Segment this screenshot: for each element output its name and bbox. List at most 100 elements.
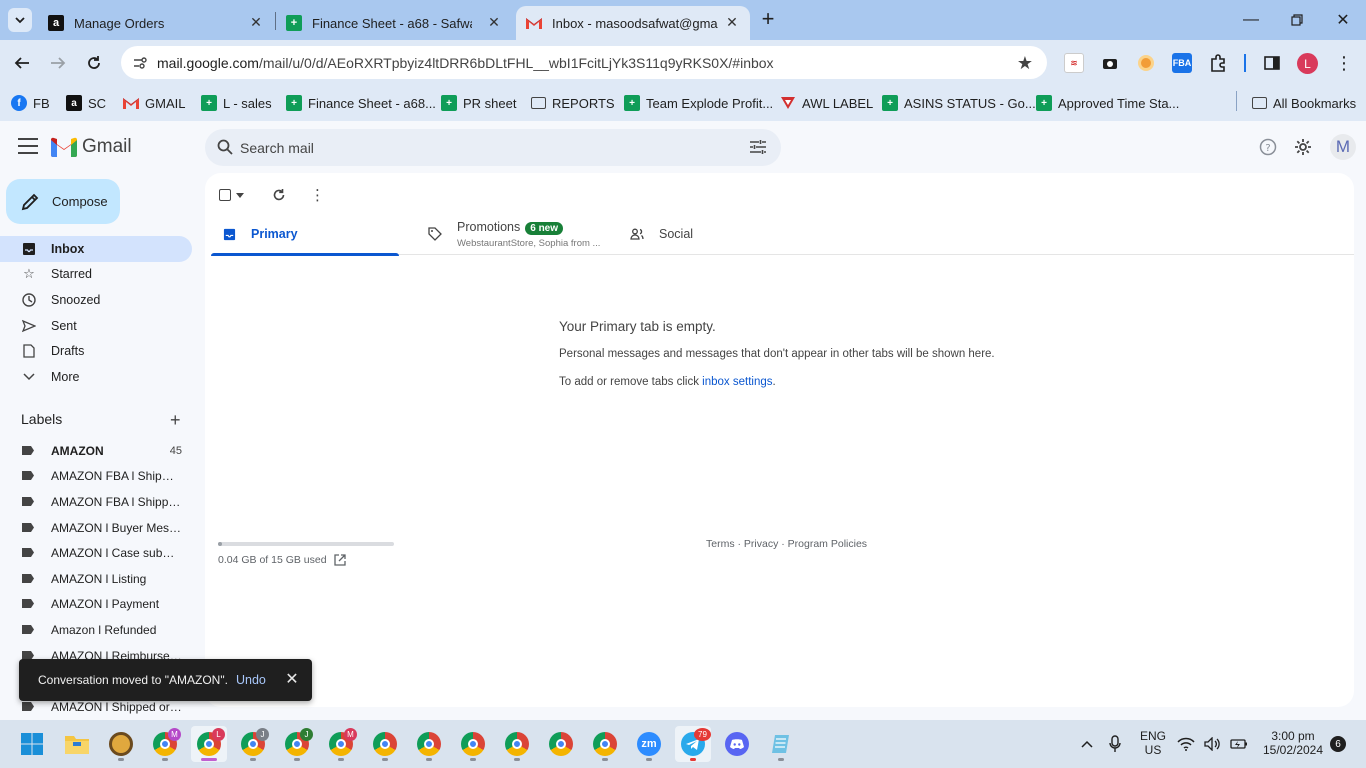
bookmark-gmail[interactable]: GMAIL — [123, 93, 185, 113]
close-icon[interactable]: ✕ — [248, 14, 264, 30]
taskbar-chrome-profile-j[interactable]: J — [235, 726, 271, 762]
tab-search-button[interactable] — [8, 8, 32, 32]
bookmark-sc[interactable]: a SC — [66, 93, 106, 113]
inbox-settings-link[interactable]: inbox settings — [702, 376, 772, 388]
back-icon[interactable] — [10, 51, 34, 75]
battery-icon[interactable] — [1226, 726, 1252, 762]
taskbar-notepad[interactable] — [763, 726, 799, 762]
bookmark-pr-sheet[interactable]: + PR sheet — [441, 93, 516, 113]
label-item[interactable]: AMAZON FBA l Shipped … — [0, 489, 192, 514]
start-button[interactable] — [14, 726, 50, 762]
minimize-icon[interactable]: — — [1239, 8, 1263, 32]
bookmark-team-explode[interactable]: + Team Explode Profit... — [624, 93, 773, 113]
nav-item-snoozed[interactable]: Snoozed — [0, 287, 192, 313]
taskbar-chrome-6[interactable] — [367, 726, 403, 762]
nav-item-sent[interactable]: Sent — [0, 313, 192, 339]
search-input[interactable] — [240, 136, 720, 160]
profile-avatar[interactable]: L — [1297, 53, 1318, 74]
bookmark-all-bookmarks[interactable]: All Bookmarks — [1252, 93, 1356, 113]
close-window-icon[interactable]: ✕ — [1331, 8, 1355, 32]
taskbar-chrome-profile-l[interactable]: L — [191, 726, 227, 762]
bookmark-asins-status[interactable]: + ASINS STATUS - Go... — [882, 93, 1036, 113]
nav-item-drafts[interactable]: Drafts — [0, 338, 192, 364]
taskbar-discord[interactable] — [719, 726, 755, 762]
taskbar-chrome-7[interactable] — [411, 726, 447, 762]
close-icon[interactable]: ✕ — [285, 672, 299, 688]
tab-social[interactable]: Social — [623, 213, 813, 255]
undo-button[interactable]: Undo — [236, 673, 266, 687]
site-info-icon[interactable] — [131, 54, 149, 72]
gmail-logo-icon[interactable] — [51, 137, 77, 157]
input-language[interactable]: ENG US — [1138, 729, 1168, 757]
bookmark-reports[interactable]: REPORTS — [531, 93, 615, 113]
extensions-puzzle-icon[interactable] — [1208, 53, 1228, 73]
settings-gear-icon[interactable] — [1292, 136, 1314, 158]
bookmark-approved-time[interactable]: + Approved Time Sta... — [1036, 93, 1179, 113]
notification-count-badge[interactable]: 6 — [1330, 736, 1346, 752]
reload-icon[interactable] — [82, 51, 106, 75]
extension-icon[interactable]: ≋ — [1064, 53, 1084, 73]
browser-tab-finance-sheet[interactable]: + Finance Sheet - a68 - Safwat (S… ✕ — [276, 6, 512, 40]
label-item[interactable]: AMAZON l Buyer Messa… — [0, 515, 192, 540]
taskbar-chrome-profile-j2[interactable]: J — [279, 726, 315, 762]
account-avatar[interactable]: M — [1330, 134, 1356, 160]
taskbar-telegram[interactable]: 79 — [675, 726, 711, 762]
volume-icon[interactable] — [1200, 726, 1226, 762]
close-icon[interactable]: ✕ — [724, 14, 740, 30]
label-item[interactable]: AMAZON l Listing — [0, 566, 192, 591]
label-item[interactable]: AMAZON l Payment — [0, 591, 192, 616]
new-tab-button[interactable]: + — [757, 8, 779, 31]
nav-item-inbox[interactable]: Inbox — [0, 236, 192, 262]
label-item[interactable]: AMAZON 45 — [0, 438, 192, 463]
bookmark-finance-sheet[interactable]: + Finance Sheet - a68... — [286, 93, 436, 113]
nav-item-more[interactable]: More — [0, 364, 192, 390]
taskbar-zoom[interactable]: zm — [631, 726, 667, 762]
taskbar-chrome-profile-m[interactable]: M — [147, 726, 183, 762]
bookmark-star-icon[interactable]: ★ — [1017, 53, 1033, 74]
wifi-icon[interactable] — [1173, 726, 1199, 762]
browser-tab-inbox[interactable]: Inbox - masoodsafwat@gmail.c… ✕ — [516, 6, 750, 40]
bookmark-fb[interactable]: f FB — [11, 93, 50, 113]
add-label-icon[interactable]: + — [170, 410, 181, 431]
extension-orange-icon[interactable] — [1136, 53, 1156, 73]
main-menu-icon[interactable] — [18, 138, 38, 154]
refresh-icon[interactable] — [272, 188, 286, 202]
bookmark-awl-label[interactable]: AWL LABEL — [780, 93, 873, 113]
tab-promotions[interactable]: Promotions 6 new WebstaurantStore, Sophia… — [421, 213, 611, 255]
search-options-icon[interactable] — [749, 138, 767, 156]
select-dropdown-icon[interactable] — [236, 192, 244, 198]
taskbar-file-explorer[interactable] — [59, 726, 95, 762]
taskbar-chrome-8[interactable] — [455, 726, 491, 762]
unread-badge: 79 — [694, 728, 711, 741]
taskbar-chrome-11[interactable] — [587, 726, 623, 762]
extension-camera-icon[interactable] — [1100, 53, 1120, 73]
forward-icon[interactable] — [46, 51, 70, 75]
more-actions-icon[interactable]: ⋮ — [310, 186, 325, 204]
microphone-icon[interactable] — [1097, 726, 1133, 762]
address-bar[interactable]: mail.google.com/mail/u/0/d/AEoRXRTpbyiz4… — [121, 46, 1047, 79]
label-item[interactable]: Amazon l Refunded — [0, 617, 192, 642]
taskbar-chrome-9[interactable] — [499, 726, 535, 762]
label-item[interactable]: AMAZON l Case submitt… — [0, 540, 192, 565]
close-icon[interactable]: ✕ — [486, 14, 502, 30]
taskbar-app-character[interactable] — [103, 726, 139, 762]
extension-fba-icon[interactable]: FBA — [1172, 53, 1192, 73]
compose-button[interactable]: Compose — [6, 179, 120, 224]
browser-tab-manage-orders[interactable]: a Manage Orders ✕ — [38, 6, 274, 40]
clock[interactable]: 3:00 pm 15/02/2024 — [1258, 729, 1328, 757]
open-in-new-icon[interactable] — [333, 554, 346, 566]
nav-item-starred[interactable]: ☆ Starred — [0, 261, 192, 287]
footer-links[interactable]: Terms · Privacy · Program Policies — [706, 538, 867, 550]
help-icon[interactable]: ? — [1257, 136, 1279, 158]
browser-menu-icon[interactable]: ⋮ — [1334, 53, 1354, 73]
bookmark-l-sales[interactable]: + L - sales — [201, 93, 272, 113]
tab-primary[interactable]: Primary — [211, 213, 399, 256]
side-panel-icon[interactable] — [1262, 53, 1282, 73]
select-all-checkbox[interactable] — [219, 189, 231, 201]
label-item[interactable]: AMAZON FBA l Shipment … — [0, 463, 192, 488]
taskbar-chrome-profile-m2[interactable]: M — [323, 726, 359, 762]
restore-icon[interactable] — [1285, 8, 1309, 32]
search-bar[interactable] — [205, 129, 781, 166]
taskbar-chrome-10[interactable] — [543, 726, 579, 762]
search-icon[interactable] — [217, 139, 233, 155]
